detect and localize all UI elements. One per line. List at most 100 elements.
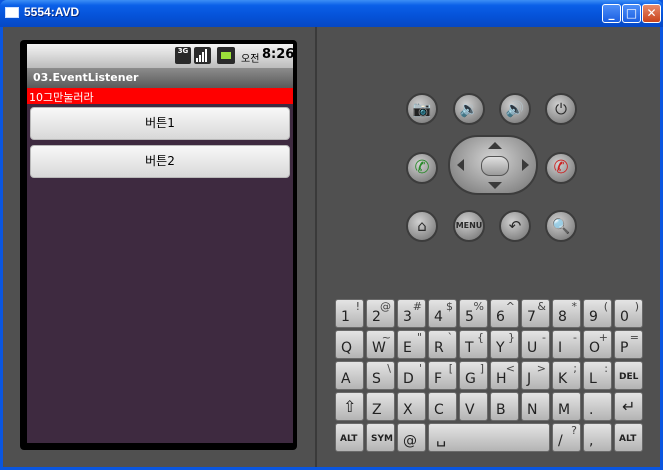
key-row2-3[interactable]: R ` <box>428 330 457 359</box>
key-row4-4[interactable]: V <box>459 392 488 421</box>
key-row5-2[interactable]: @ <box>397 423 426 452</box>
key-row1-8[interactable]: 9( <box>583 299 612 328</box>
window-title: 5554:AVD <box>24 5 80 19</box>
key-row3-6[interactable]: J > <box>521 361 550 390</box>
key-alt-label: & <box>537 300 546 313</box>
power-icon[interactable]: ⏻ <box>545 93 577 125</box>
key-label: 6 <box>496 309 505 325</box>
key-label: V <box>465 402 475 418</box>
key-row4-3[interactable]: C <box>428 392 457 421</box>
key-alt-label: ` <box>447 331 454 344</box>
hardware-keyboard: 1! 2 @3 #4 $5% 6 ^ 7 & 8 * 9(0) Q W ~ E " R ` T{Y} U - I - O + P = A… <box>335 299 645 452</box>
key-row5-5[interactable]: , <box>583 423 612 452</box>
button-2[interactable]: 버튼2 <box>30 145 290 178</box>
key-alt-label: : <box>604 362 608 375</box>
app-title: 03.EventListener <box>33 71 139 84</box>
key-row4-9[interactable]: ↵ <box>614 392 643 421</box>
key-row2-7[interactable]: I- <box>552 330 581 359</box>
key-alt-label: ? <box>571 424 577 437</box>
key-row4-7[interactable]: M <box>552 392 581 421</box>
key-row1-5[interactable]: 6 ^ <box>490 299 519 328</box>
key-label: A <box>341 371 351 387</box>
dpad-up-icon[interactable] <box>488 142 502 149</box>
key-row5-4[interactable]: /? <box>552 423 581 452</box>
key-row5-0[interactable]: ALT <box>335 423 364 452</box>
key-row3-5[interactable]: H < <box>490 361 519 390</box>
dpad[interactable] <box>448 135 538 195</box>
key-label: 0 <box>620 309 629 325</box>
key-row4-0[interactable]: ⇧ <box>335 392 364 421</box>
key-label: X <box>403 402 413 418</box>
key-label: ⇧ <box>343 397 357 416</box>
key-row1-9[interactable]: 0) <box>614 299 643 328</box>
dpad-down-icon[interactable] <box>488 182 502 189</box>
status-ampm: 오전 <box>241 54 260 65</box>
key-row4-1[interactable]: Z <box>366 392 395 421</box>
key-row2-9[interactable]: P = <box>614 330 643 359</box>
key-label: N <box>527 402 538 418</box>
key-row1-4[interactable]: 5% <box>459 299 488 328</box>
key-label: Y <box>496 340 505 356</box>
key-row5-1[interactable]: SYM <box>366 423 395 452</box>
maximize-button[interactable]: □ <box>622 4 641 23</box>
key-label: . <box>589 402 594 418</box>
key-label: , <box>589 433 594 449</box>
key-row5-3[interactable]: ␣ <box>428 423 550 452</box>
key-row3-7[interactable]: K; <box>552 361 581 390</box>
key-alt-label: = <box>629 331 639 344</box>
key-label: Q <box>341 340 353 356</box>
minimize-button[interactable]: _ <box>602 4 621 23</box>
key-label: M <box>558 402 571 418</box>
key-row3-1[interactable]: S \ <box>366 361 395 390</box>
key-row3-8[interactable]: L: <box>583 361 612 390</box>
key-row3-0[interactable]: A <box>335 361 364 390</box>
key-row1-2[interactable]: 3 # <box>397 299 426 328</box>
dpad-left-icon[interactable] <box>457 159 464 171</box>
key-label: U <box>527 340 538 356</box>
key-row2-8[interactable]: O + <box>583 330 612 359</box>
key-row1-7[interactable]: 8 * <box>552 299 581 328</box>
key-label: 8 <box>558 309 567 325</box>
key-alt-label: " <box>416 331 422 344</box>
key-row3-4[interactable]: G] <box>459 361 488 390</box>
call-icon[interactable]: ✆ <box>406 152 438 184</box>
key-row2-6[interactable]: U- <box>521 330 550 359</box>
status-time: 8:26 <box>262 47 293 62</box>
camera-icon[interactable]: 📷 <box>406 93 438 125</box>
key-label: / <box>558 433 563 449</box>
key-row2-5[interactable]: Y} <box>490 330 519 359</box>
key-row2-4[interactable]: T{ <box>459 330 488 359</box>
menu-button[interactable]: MENU <box>453 210 485 242</box>
key-label: F <box>434 371 443 387</box>
key-row3-2[interactable]: D ' <box>397 361 426 390</box>
key-row1-6[interactable]: 7 & <box>521 299 550 328</box>
key-row4-6[interactable]: N <box>521 392 550 421</box>
key-row1-1[interactable]: 2 @ <box>366 299 395 328</box>
dpad-center-button[interactable] <box>481 156 509 176</box>
key-row4-5[interactable]: B <box>490 392 519 421</box>
window-titlebar[interactable]: 5554:AVD _ □ ✕ <box>0 0 663 27</box>
close-button[interactable]: ✕ <box>642 4 661 23</box>
key-row4-2[interactable]: X <box>397 392 426 421</box>
back-icon[interactable]: ↶ <box>499 210 531 242</box>
key-row1-0[interactable]: 1! <box>335 299 364 328</box>
key-row3-9[interactable]: DEL <box>614 361 643 390</box>
emulator-window: 5554:AVD _ □ ✕ 3G 오전 8:26 03.EventListen… <box>0 0 663 470</box>
key-row2-1[interactable]: W ~ <box>366 330 395 359</box>
key-label: D <box>403 371 414 387</box>
dpad-right-icon[interactable] <box>522 159 529 171</box>
key-row1-3[interactable]: 4 $ <box>428 299 457 328</box>
volume-up-icon[interactable]: 🔊 <box>499 93 531 125</box>
key-row5-6[interactable]: ALT <box>614 423 643 452</box>
key-alt-label: } <box>508 331 515 344</box>
key-alt-label: ~ <box>381 331 391 344</box>
end-call-icon[interactable]: ✆ <box>545 152 577 184</box>
key-row3-3[interactable]: F[ <box>428 361 457 390</box>
key-row2-0[interactable]: Q <box>335 330 364 359</box>
volume-down-icon[interactable]: 🔉 <box>453 93 485 125</box>
search-icon[interactable]: 🔍 <box>545 210 577 242</box>
key-row2-2[interactable]: E " <box>397 330 426 359</box>
key-row4-8[interactable]: . <box>583 392 612 421</box>
home-icon[interactable]: ⌂ <box>406 210 438 242</box>
button-1[interactable]: 버튼1 <box>30 107 290 140</box>
